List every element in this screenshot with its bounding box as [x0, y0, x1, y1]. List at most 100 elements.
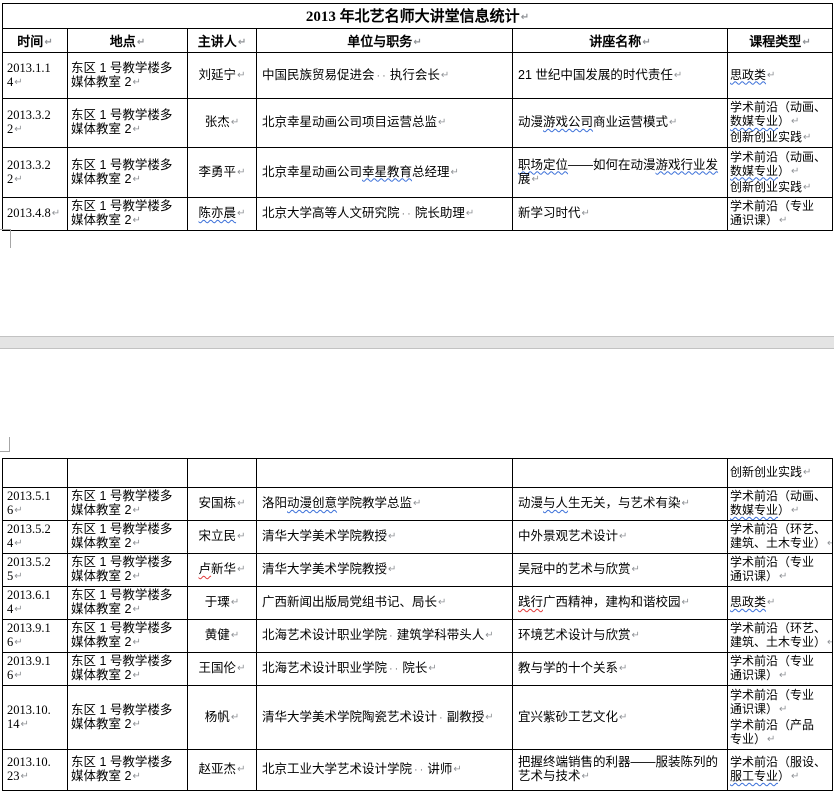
table-cell[interactable]: 清华大学美术学院教授↵: [257, 554, 513, 587]
table-cell[interactable]: 杨帆↵: [188, 686, 257, 750]
table-cell[interactable]: 东区 1 号教学楼多媒体教室 2↵: [68, 198, 188, 231]
table-cell[interactable]: 于瑮↵: [188, 587, 257, 620]
table-cell[interactable]: [3, 459, 68, 488]
table-cell[interactable]: 环境艺术设计与欣赏↵: [513, 620, 728, 653]
table-cell[interactable]: 北海艺术设计职业学院··院长↵: [257, 653, 513, 686]
paragraph-mark: ↵: [413, 37, 421, 48]
table-cell[interactable]: 动漫游戏公司商业运营模式↵: [513, 99, 728, 148]
table-cell[interactable]: 北海艺术设计职业学院·建筑学科带头人↵: [257, 620, 513, 653]
table-cell[interactable]: 学术前沿（专业通识课）↵: [728, 653, 833, 686]
column-header-location[interactable]: 地点↵: [68, 29, 188, 53]
table-cell[interactable]: 王国伦↵: [188, 653, 257, 686]
table-cell[interactable]: 思政类↵: [728, 53, 833, 99]
table-cell[interactable]: 黄健↵: [188, 620, 257, 653]
table-cell[interactable]: 东区 1 号教学楼多媒体教室 2↵: [68, 554, 188, 587]
column-header-organization[interactable]: 单位与职务↵: [257, 29, 513, 53]
table-cell[interactable]: 创新创业实践↵: [728, 459, 833, 488]
table-cell[interactable]: 学术前沿（服设、服工专业）↵: [728, 750, 833, 791]
table-cell[interactable]: 2013.9.16↵: [3, 653, 68, 686]
table-cell[interactable]: 2013.3.22↵: [3, 99, 68, 148]
cell-line: 23↵: [7, 769, 64, 785]
table-cell[interactable]: 21 世纪中国发展的时代责任↵: [513, 53, 728, 99]
table-cell[interactable]: 东区 1 号教学楼多媒体教室 2↵: [68, 587, 188, 620]
table-cell[interactable]: [257, 459, 513, 488]
table-cell[interactable]: 东区 1 号教学楼多媒体教室 2↵: [68, 521, 188, 554]
text-run: 东区 1 号教学楼多: [71, 522, 172, 536]
table-cell[interactable]: 职场定位——如何在动漫游戏行业发展↵: [513, 148, 728, 198]
column-header-course-type[interactable]: 课程类型↵: [728, 29, 833, 53]
table-cell[interactable]: 2013.3.22↵: [3, 148, 68, 198]
table-cell[interactable]: 北京幸星动画公司项目运营总监↵: [257, 99, 513, 148]
table-cell[interactable]: 新学习时代↵: [513, 198, 728, 231]
cell-line: 数媒专业）↵: [730, 164, 830, 180]
table-cell[interactable]: 学术前沿（专业通识课）↵学术前沿（产品专业）↵: [728, 686, 833, 750]
column-header-time[interactable]: 时间↵: [3, 29, 68, 53]
table-cell[interactable]: 东区 1 号教学楼多媒体教室 2↵: [68, 653, 188, 686]
table-cell[interactable]: 2013.6.14↵: [3, 587, 68, 620]
table-cell[interactable]: 学术前沿（动画、数媒专业）↵创新创业实践↵: [728, 99, 833, 148]
table-cell[interactable]: 安国栋↵: [188, 488, 257, 521]
paragraph-mark: ↵: [485, 712, 493, 723]
paragraph-mark: ↵: [791, 166, 799, 177]
table-cell[interactable]: 陈亦晨↵: [188, 198, 257, 231]
table-cell[interactable]: 东区 1 号教学楼多媒体教室 2↵: [68, 148, 188, 198]
table-cell[interactable]: 李勇平↵: [188, 148, 257, 198]
table-cell[interactable]: 2013.4.8↵: [3, 198, 68, 231]
table-cell[interactable]: 卢新华↵: [188, 554, 257, 587]
table-cell[interactable]: 东区 1 号教学楼多媒体教室 2↵: [68, 620, 188, 653]
table-cell[interactable]: 北京工业大学艺术设计学院··讲师↵: [257, 750, 513, 791]
table-cell[interactable]: 北京幸星动画公司幸星教育总经理↵: [257, 148, 513, 198]
table-cell[interactable]: 东区 1 号教学楼多媒体教室 2↵: [68, 99, 188, 148]
cell-line: 建筑、土木专业）↵: [730, 536, 830, 552]
table-cell[interactable]: 学术前沿（环艺、建筑、土木专业）↵: [728, 620, 833, 653]
cell-line: 5↵: [7, 569, 64, 585]
table-cell[interactable]: 教与学的十个关系↵: [513, 653, 728, 686]
table-cell[interactable]: 思政类↵: [728, 587, 833, 620]
column-header-speaker[interactable]: 主讲人↵: [188, 29, 257, 53]
table-cell[interactable]: 中国民族贸易促进会··执行会长↵: [257, 53, 513, 99]
table-cell[interactable]: 学术前沿（动画、数媒专业）↵: [728, 488, 833, 521]
cell-line: 媒体教室 2↵: [71, 213, 184, 229]
table-cell[interactable]: 宜兴紫砂工艺文化↵: [513, 686, 728, 750]
table-cell[interactable]: 东区 1 号教学楼多媒体教室 2↵: [68, 686, 188, 750]
table-cell[interactable]: 宋立民↵: [188, 521, 257, 554]
table-cell[interactable]: 洛阳动漫创意学院教学总监↵: [257, 488, 513, 521]
table-cell[interactable]: 中外景观艺术设计↵: [513, 521, 728, 554]
table-cell[interactable]: 东区 1 号教学楼多媒体教室 2↵: [68, 488, 188, 521]
table-cell[interactable]: [513, 459, 728, 488]
table-cell[interactable]: 2013.10.14↵: [3, 686, 68, 750]
table-cell[interactable]: 学术前沿（动画、数媒专业）↵创新创业实践↵: [728, 148, 833, 198]
document-title-cell[interactable]: 2013 年北艺名师大讲堂信息统计↵: [3, 4, 833, 29]
table-cell[interactable]: 2013.5.16↵: [3, 488, 68, 521]
table-cell[interactable]: 广西新闻出版局党组书记、局长↵: [257, 587, 513, 620]
table-cell[interactable]: 学术前沿（环艺、建筑、土木专业）↵: [728, 521, 833, 554]
column-header-lecture[interactable]: 讲座名称↵: [513, 29, 728, 53]
table-cell[interactable]: [188, 459, 257, 488]
table-cell[interactable]: 张杰↵: [188, 99, 257, 148]
table-cell[interactable]: 2013.5.24↵: [3, 521, 68, 554]
table-cell[interactable]: 吴冠中的艺术与欣赏↵: [513, 554, 728, 587]
table-cell[interactable]: [68, 459, 188, 488]
text-run: 游戏行业发: [656, 158, 719, 172]
table-cell[interactable]: 2013.9.16↵: [3, 620, 68, 653]
table-cell[interactable]: 东区 1 号教学楼多媒体教室 2↵: [68, 750, 188, 791]
table-cell[interactable]: 动漫与人生无关，与艺术有染↵: [513, 488, 728, 521]
table-cell[interactable]: 清华大学美术学院教授↵: [257, 521, 513, 554]
table-cell[interactable]: 践行广西精神，建构和谐校园↵: [513, 587, 728, 620]
table-cell[interactable]: 2013.1.14↵: [3, 53, 68, 99]
table-cell[interactable]: 赵亚杰↵: [188, 750, 257, 791]
table-cell[interactable]: 学术前沿（专业通识课）↵: [728, 198, 833, 231]
text-run: 6: [7, 668, 13, 682]
table-cell[interactable]: 东区 1 号教学楼多媒体教室 2↵: [68, 53, 188, 99]
table-cell[interactable]: 北京大学高等人文研究院··院长助理↵: [257, 198, 513, 231]
table-cell[interactable]: 清华大学美术学院陶瓷艺术设计·副教授↵: [257, 686, 513, 750]
table-cell[interactable]: 2013.5.25↵: [3, 554, 68, 587]
cell-line: 东区 1 号教学楼多: [71, 703, 184, 717]
table-cell[interactable]: 把握终端销售的利器——服装陈列的艺术与技术↵: [513, 750, 728, 791]
cell-line: 2013.1.1: [7, 61, 64, 75]
table-cell[interactable]: 学术前沿（专业通识课）↵: [728, 554, 833, 587]
table-cell[interactable]: 刘延宁↵: [188, 53, 257, 99]
cell-line: 学术前沿（动画、: [730, 489, 830, 503]
table-cell[interactable]: 2013.10.23↵: [3, 750, 68, 791]
cell-line: 学术前沿（动画、: [730, 150, 830, 164]
